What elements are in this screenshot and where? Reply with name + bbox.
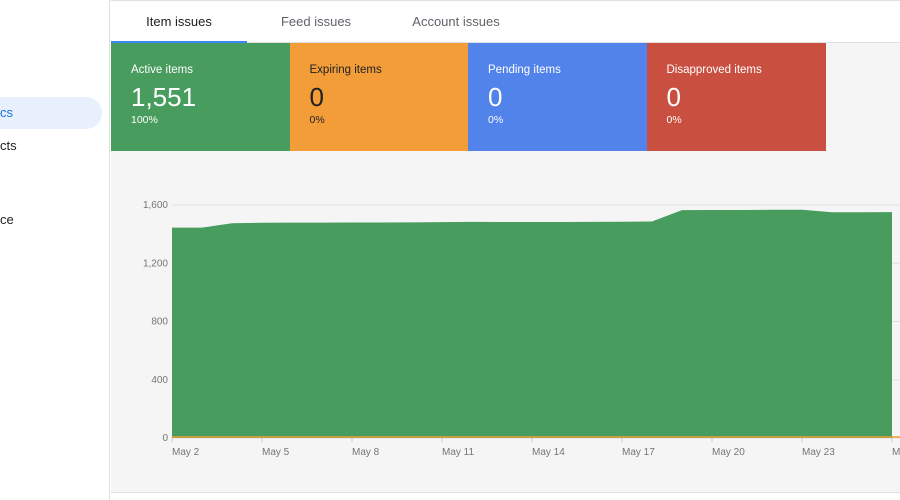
x-tick-label: May 5 (262, 447, 290, 458)
x-tick-label: May 8 (352, 447, 380, 458)
tab-bar: Item issues Feed issues Account issues (111, 0, 900, 43)
series-area-active (172, 209, 892, 438)
y-tick-label: 1,200 (143, 258, 168, 269)
sidebar-item-diagnostics[interactable]: cs (0, 97, 102, 129)
sidebar-item-label: ce (0, 212, 14, 227)
sidebar-item-3[interactable]: ce (0, 204, 102, 236)
x-tick-label: May 23 (802, 447, 835, 458)
y-tick-label: 1,600 (143, 200, 168, 211)
y-tick-label: 800 (151, 317, 168, 328)
items-chart: 0 400 800 1,200 1,600 May 2 May 5 May 8 May 11 Ma… (143, 200, 900, 458)
sidebar-item-products[interactable]: cts (0, 130, 102, 162)
y-tick-label: 400 (151, 375, 168, 386)
tab-feed-issues[interactable]: Feed issues (251, 1, 381, 43)
x-tick-label: May 14 (532, 447, 565, 458)
tab-account-issues[interactable]: Account issues (391, 1, 521, 43)
sidebar: cs cts ce (0, 0, 110, 500)
x-tick-label: May 11 (442, 447, 474, 458)
x-tick-label: May 17 (622, 447, 655, 458)
x-tick-label: May 20 (712, 447, 745, 458)
x-tick-label: May 2 (172, 447, 200, 458)
sidebar-item-label: cts (0, 138, 17, 153)
sidebar-item-label: cs (0, 105, 13, 120)
tab-item-issues[interactable]: Item issues (111, 1, 247, 43)
main-content: Active items 1,551 100% Expiring items 0 … (111, 43, 900, 493)
x-tick-label: May 26 (892, 447, 900, 458)
y-tick-label: 0 (162, 433, 168, 444)
